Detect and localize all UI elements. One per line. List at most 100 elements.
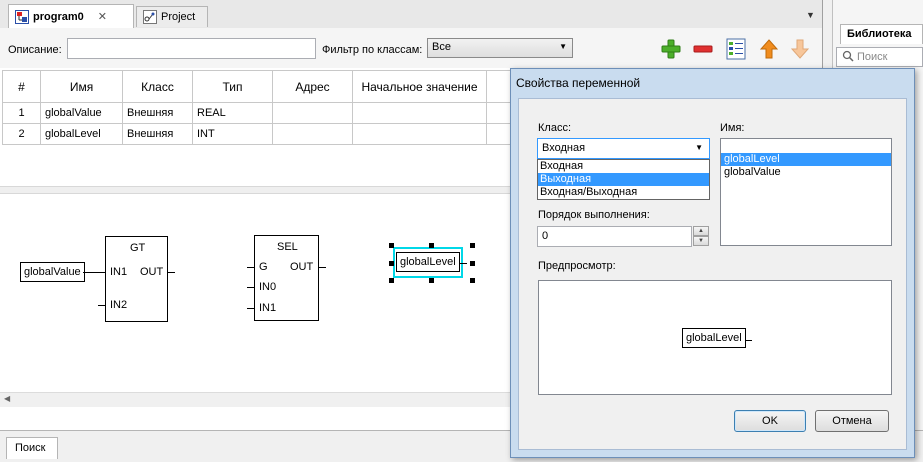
library-search-placeholder: Поиск bbox=[857, 51, 888, 63]
table-header-row: # Имя Класс Тип Адрес Начальное значение bbox=[2, 70, 511, 103]
pin-label: OUT bbox=[290, 261, 314, 273]
execution-order-spinner[interactable]: ▲ ▼ bbox=[693, 226, 709, 247]
column-header-class[interactable]: Класс bbox=[122, 70, 193, 103]
cell-extra bbox=[486, 102, 511, 124]
search-icon bbox=[842, 50, 854, 65]
pin-stub bbox=[247, 287, 254, 288]
remove-variable-button[interactable] bbox=[691, 37, 715, 61]
add-variable-button[interactable] bbox=[659, 37, 683, 61]
cell-class[interactable]: Внешняя bbox=[122, 102, 193, 124]
pin-label: IN2 bbox=[110, 299, 128, 311]
pin-label: IN1 bbox=[110, 266, 128, 278]
execution-order-label: Порядок выполнения: bbox=[538, 209, 650, 221]
fbd-variable-globallevel[interactable]: globalLevel bbox=[396, 252, 460, 272]
cell-name[interactable]: globalLevel bbox=[40, 123, 123, 145]
move-down-button[interactable] bbox=[788, 37, 812, 61]
pin-stub bbox=[745, 340, 752, 341]
tab-program0[interactable]: program0 ✕ bbox=[8, 4, 134, 28]
cell-address[interactable] bbox=[272, 123, 353, 145]
dialog-title: Свойства переменной bbox=[516, 76, 641, 90]
pin-stub bbox=[168, 272, 175, 273]
wire bbox=[83, 272, 105, 273]
table-row[interactable]: 1 globalValue Внешняя REAL bbox=[2, 102, 511, 124]
execution-order-input[interactable]: 0 bbox=[537, 226, 692, 247]
class-filter-label: Фильтр по классам: bbox=[322, 44, 423, 56]
column-header-num[interactable]: # bbox=[2, 70, 41, 103]
pin-label: IN0 bbox=[259, 281, 277, 293]
preview-variable: globalLevel bbox=[682, 328, 746, 348]
resize-handle[interactable] bbox=[389, 261, 394, 266]
project-icon bbox=[143, 10, 157, 24]
cell-address[interactable] bbox=[272, 102, 353, 124]
cancel-button[interactable]: Отмена bbox=[815, 410, 889, 432]
cell-type[interactable]: INT bbox=[192, 123, 273, 145]
column-header-name[interactable]: Имя bbox=[40, 70, 123, 103]
preview-label: Предпросмотр: bbox=[538, 260, 616, 272]
column-header-initial-value[interactable]: Начальное значение bbox=[352, 70, 487, 103]
column-header-address[interactable]: Адрес bbox=[272, 70, 353, 103]
arrow-down-icon bbox=[790, 39, 810, 59]
class-option-output[interactable]: Выходная bbox=[538, 173, 709, 186]
resize-handle[interactable] bbox=[470, 243, 475, 248]
scroll-left-icon[interactable]: ◀ bbox=[4, 394, 10, 403]
cell-initial-value[interactable] bbox=[352, 102, 487, 124]
plus-icon bbox=[661, 39, 681, 59]
move-up-button[interactable] bbox=[757, 37, 781, 61]
list-item[interactable]: globalValue bbox=[721, 166, 891, 179]
variables-table: # Имя Класс Тип Адрес Начальное значение… bbox=[2, 70, 511, 145]
resize-handle[interactable] bbox=[389, 278, 394, 283]
chevron-down-icon: ▼ bbox=[695, 143, 703, 152]
library-search-input[interactable]: Поиск bbox=[836, 47, 923, 67]
class-select[interactable]: Входная ▼ bbox=[537, 138, 710, 159]
edit-variable-button[interactable] bbox=[724, 37, 748, 61]
name-label: Имя: bbox=[720, 122, 745, 134]
list-item[interactable]: globalLevel bbox=[721, 153, 891, 166]
tab-search[interactable]: Поиск bbox=[6, 437, 58, 459]
resize-handle[interactable] bbox=[429, 243, 434, 248]
resize-handle[interactable] bbox=[470, 261, 475, 266]
column-header-extra bbox=[486, 70, 511, 103]
class-dropdown-list: Входная Выходная Входная/Выходная bbox=[537, 159, 710, 200]
tab-label: program0 bbox=[33, 10, 84, 23]
resize-handle[interactable] bbox=[389, 243, 394, 248]
pin-label: G bbox=[259, 261, 268, 273]
pin-stub bbox=[98, 305, 105, 306]
block-title: SEL bbox=[277, 241, 298, 253]
pin-stub bbox=[247, 308, 254, 309]
list-properties-icon bbox=[726, 38, 746, 60]
class-option-input[interactable]: Входная bbox=[538, 160, 709, 173]
program-icon bbox=[15, 9, 29, 24]
spin-down-icon[interactable]: ▼ bbox=[693, 236, 709, 246]
cell-extra bbox=[486, 123, 511, 145]
class-filter-select[interactable]: Все ▼ bbox=[427, 38, 573, 58]
arrow-up-icon bbox=[759, 39, 779, 59]
cell-num: 1 bbox=[2, 102, 41, 124]
pin-label: OUT bbox=[140, 266, 164, 278]
tab-project[interactable]: Project bbox=[136, 6, 208, 27]
minus-icon bbox=[693, 45, 713, 53]
tab-list-dropdown-icon[interactable]: ▼ bbox=[806, 10, 815, 20]
cell-initial-value[interactable] bbox=[352, 123, 487, 145]
class-label: Класс: bbox=[538, 122, 571, 134]
table-row[interactable]: 2 globalLevel Внешняя INT bbox=[2, 123, 511, 145]
pin-stub bbox=[319, 267, 326, 268]
fbd-variable-globalvalue[interactable]: globalValue bbox=[20, 262, 85, 282]
cell-type[interactable]: REAL bbox=[192, 102, 273, 124]
name-listbox[interactable]: globalLevel globalValue bbox=[720, 138, 892, 246]
cell-class[interactable]: Внешняя bbox=[122, 123, 193, 145]
class-option-inout[interactable]: Входная/Выходная bbox=[538, 186, 709, 199]
resize-handle[interactable] bbox=[429, 278, 434, 283]
resize-handle[interactable] bbox=[470, 278, 475, 283]
class-filter-value: Все bbox=[432, 41, 451, 53]
tab-library[interactable]: Библиотека bbox=[840, 24, 923, 44]
close-icon[interactable]: ✕ bbox=[98, 10, 107, 23]
ok-button[interactable]: OK bbox=[734, 410, 806, 432]
class-select-value: Входная bbox=[542, 142, 586, 154]
description-input[interactable] bbox=[67, 38, 316, 59]
cell-name[interactable]: globalValue bbox=[40, 102, 123, 124]
description-label: Описание: bbox=[8, 44, 62, 56]
spin-up-icon[interactable]: ▲ bbox=[693, 226, 709, 236]
cell-num: 2 bbox=[2, 123, 41, 145]
column-header-type[interactable]: Тип bbox=[192, 70, 273, 103]
pin-stub bbox=[459, 263, 467, 264]
